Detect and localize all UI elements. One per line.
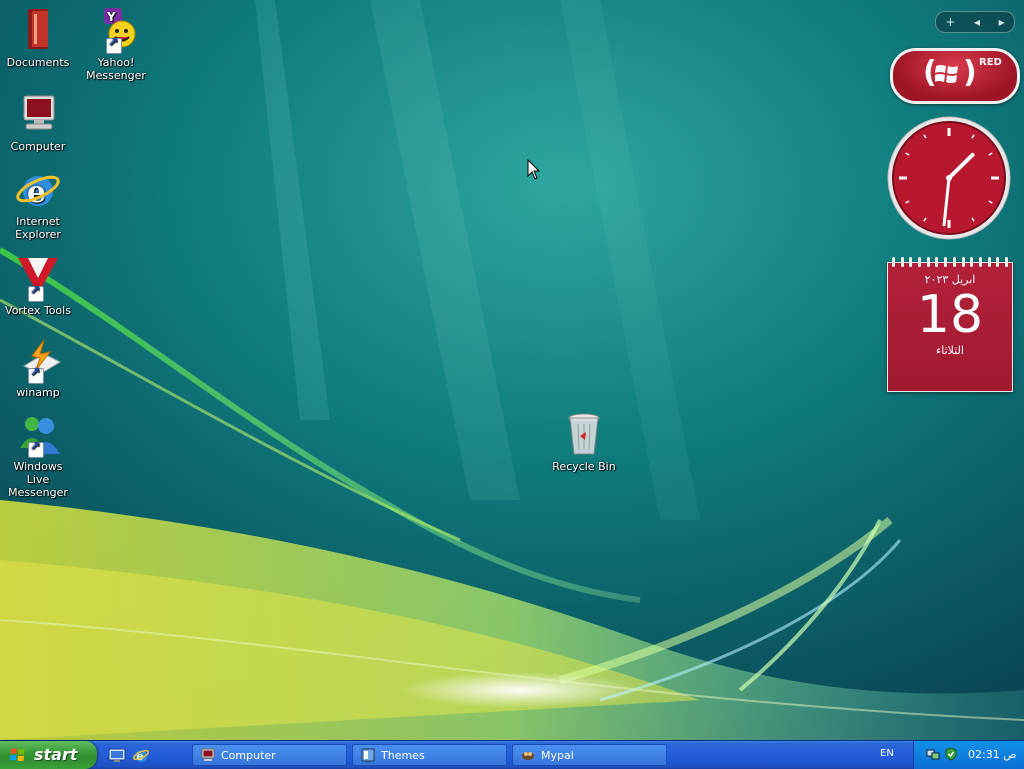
shortcut-arrow-icon: [28, 284, 44, 302]
system-tray: 02:31 ص: [913, 741, 1024, 769]
themes-icon: [361, 748, 375, 762]
calendar-binding-rings: [892, 257, 1008, 267]
folder-icon: [28, 9, 48, 49]
desktop-icon-label: Windows Live Messenger: [8, 460, 68, 499]
shortcut-arrow-icon: [28, 440, 44, 458]
desktop-wallpaper: [0, 0, 1024, 740]
start-label: start: [34, 745, 78, 764]
taskbar-clock[interactable]: 02:31 ص: [968, 748, 1017, 761]
svg-text:Y: Y: [106, 10, 116, 24]
calendar-day-number: 18: [916, 285, 984, 345]
mypal-icon: [522, 752, 534, 760]
desktop-icon-label: Internet Explorer: [15, 215, 61, 241]
internet-explorer-desktop-icon[interactable]: e Internet Explorer: [2, 165, 74, 241]
windows-live-messenger-desktop-icon[interactable]: Windows Live Messenger: [2, 410, 74, 499]
desktop-icon-label: winamp: [16, 386, 60, 399]
start-button[interactable]: start: [0, 741, 97, 769]
network-icon[interactable]: [926, 747, 940, 761]
gadget-sidebar-toolbar: + ◂ ▸: [935, 11, 1015, 33]
red-logo-close-paren: ): [963, 55, 977, 90]
taskbar-button-themes[interactable]: Themes: [352, 744, 507, 766]
windows-flag-icon: [935, 65, 958, 83]
taskbar-button-label: Mypal: [541, 749, 574, 762]
recycle-bin-desktop-icon[interactable]: Recycle Bin: [548, 410, 620, 473]
desktop-icon-label: Computer: [10, 140, 66, 153]
show-desktop-icon[interactable]: [108, 746, 126, 764]
previous-page-button[interactable]: ◂: [974, 15, 980, 29]
taskbar-button-label: Computer: [221, 749, 276, 762]
taskbar-button-label: Themes: [381, 749, 425, 762]
shortcut-arrow-icon: [28, 366, 44, 384]
analog-clock-gadget[interactable]: [886, 115, 1012, 241]
desktop-icon-label: Yahoo! Messenger: [86, 56, 146, 82]
taskbar-button-mypal[interactable]: Mypal: [512, 744, 667, 766]
shortcut-arrow-icon: [106, 36, 122, 54]
security-shield-icon[interactable]: [944, 747, 958, 761]
calendar-weekday: الثلاثاء: [936, 344, 964, 357]
red-logo-text: RED: [979, 57, 1002, 68]
computer-desktop-icon[interactable]: Computer: [2, 90, 74, 153]
add-gadget-button[interactable]: +: [945, 15, 955, 29]
mouse-pointer-icon: [527, 159, 541, 180]
desktop-icon-label: Vortex Tools: [5, 304, 71, 317]
desktop-icon-label: Recycle Bin: [552, 460, 616, 473]
taskbar: start e Computer Themes Mypal EN 02:31 ص: [0, 740, 1024, 769]
calendar-gadget[interactable]: ابريل ٢٠٢٣ 18 الثلاثاء: [887, 257, 1013, 392]
recycle-bin-icon: [568, 413, 600, 455]
next-page-button[interactable]: ▸: [999, 15, 1005, 29]
product-red-gadget[interactable]: ( ) RED: [890, 48, 1020, 104]
vortex-tools-desktop-icon[interactable]: Vortex Tools: [2, 254, 74, 317]
desktop-icon-label: Documents: [6, 56, 70, 69]
windows-flag-icon: [10, 748, 25, 761]
computer-icon: [23, 95, 55, 130]
winamp-desktop-icon[interactable]: winamp: [2, 336, 74, 399]
language-indicator[interactable]: EN: [880, 748, 894, 759]
internet-explorer-icon[interactable]: e: [132, 746, 150, 764]
taskbar-button-computer[interactable]: Computer: [192, 744, 347, 766]
internet-explorer-icon: e: [16, 175, 60, 210]
yahoo-messenger-desktop-icon[interactable]: Y Yahoo! Messenger: [80, 6, 152, 82]
computer-icon: [201, 748, 215, 761]
documents-desktop-icon[interactable]: Documents: [2, 6, 74, 69]
